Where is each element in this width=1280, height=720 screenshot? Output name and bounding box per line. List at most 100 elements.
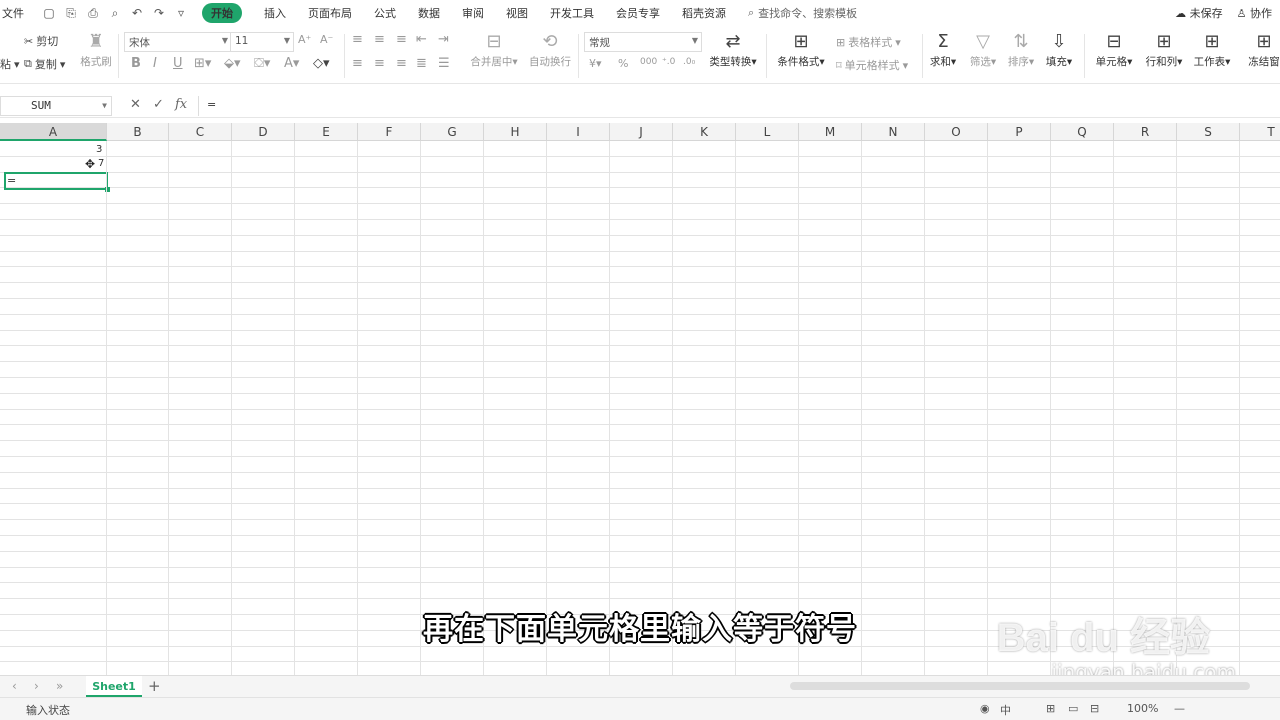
freeze-panes-button[interactable]: ⊞ 冻结窗 <box>1244 30 1280 69</box>
tab-home[interactable]: 开始 <box>202 3 242 23</box>
column-header-o[interactable]: O <box>925 123 988 141</box>
column-header-e[interactable]: E <box>295 123 358 141</box>
zoom-out-icon[interactable]: — <box>1174 702 1185 715</box>
tab-page-layout[interactable]: 页面布局 <box>308 5 352 21</box>
column-header-t[interactable]: T <box>1240 123 1280 141</box>
spreadsheet-grid[interactable]: ABCDEFGHIJKLMNOPQRST 3 7 ✥ = <box>0 123 1280 675</box>
column-header-a[interactable]: A <box>0 123 107 141</box>
first-sheet-icon[interactable]: ‹ <box>12 679 17 693</box>
column-header-b[interactable]: B <box>107 123 169 141</box>
next-sheet-icon[interactable]: › <box>34 679 39 693</box>
horizontal-scrollbar[interactable] <box>790 682 1250 690</box>
column-header-d[interactable]: D <box>232 123 295 141</box>
save-icon[interactable]: ▢ <box>42 6 56 20</box>
insert-function-icon[interactable]: fx <box>175 97 187 112</box>
align-left-icon[interactable]: ≡ <box>352 56 363 71</box>
conditional-format-button[interactable]: ⊞ 条件格式▾ <box>772 30 830 69</box>
format-painter-button[interactable]: ♜ 格式刷 <box>68 30 124 69</box>
align-center-icon[interactable]: ≡ <box>374 56 385 71</box>
type-convert-button[interactable]: ⇄ 类型转换▾ <box>704 30 762 69</box>
cancel-icon[interactable]: ✕ <box>130 97 141 112</box>
column-header-q[interactable]: Q <box>1051 123 1114 141</box>
tab-docer[interactable]: 稻壳资源 <box>682 5 726 21</box>
merge-center-button[interactable]: ⊟ 合并居中▾ <box>464 30 524 69</box>
collaborate-button[interactable]: ♙ 协作 <box>1237 5 1272 21</box>
copy-button[interactable]: ⧉ 复制 ▾ <box>24 56 65 72</box>
filter-button[interactable]: ▽ 筛选▾ <box>964 30 1002 69</box>
number-format-select[interactable]: 常规 ▼ <box>584 32 702 52</box>
normal-view-icon[interactable]: ⊞ <box>1046 702 1055 715</box>
tab-view[interactable]: 视图 <box>506 5 528 21</box>
print-icon[interactable]: ⎙ <box>86 6 100 20</box>
column-header-h[interactable]: H <box>484 123 547 141</box>
percent-icon[interactable]: % <box>618 57 628 70</box>
cell-a1[interactable]: 3 <box>96 144 102 155</box>
customize-dropdown-icon[interactable]: ▿ <box>174 6 188 20</box>
unsaved-button[interactable]: ☁ 未保存 <box>1175 5 1223 21</box>
sheet-tab-sheet1[interactable]: Sheet1 <box>86 676 142 697</box>
sort-button[interactable]: ⇅ 排序▾ <box>1002 30 1040 69</box>
paste-button[interactable]: 粘 ▾ <box>0 56 20 72</box>
eraser-icon[interactable]: ◇▾ <box>313 56 330 71</box>
font-size-select[interactable]: 11 ▼ <box>230 32 294 52</box>
fill-button[interactable]: ⇩ 填充▾ <box>1040 30 1078 69</box>
active-cell-a3[interactable]: = <box>4 172 110 192</box>
print-preview-icon[interactable]: ⌕ <box>108 6 122 20</box>
tab-developer[interactable]: 开发工具 <box>550 5 594 21</box>
redo-icon[interactable]: ↷ <box>152 6 166 20</box>
table-style-button[interactable]: ⊞ 表格样式 ▾ <box>836 34 901 50</box>
page-break-icon[interactable]: ⊟ <box>1090 702 1099 715</box>
name-box[interactable]: SUM ▼ <box>0 96 112 116</box>
eye-icon[interactable]: ◉ <box>980 702 990 715</box>
tab-data[interactable]: 数据 <box>418 5 440 21</box>
bold-icon[interactable]: B <box>131 56 141 71</box>
wrap-text-button[interactable]: ⟲ 自动换行 <box>524 30 576 69</box>
column-header-i[interactable]: I <box>547 123 610 141</box>
row-col-button[interactable]: ⊞ 行和列▾ <box>1140 30 1188 69</box>
tab-review[interactable]: 审阅 <box>462 5 484 21</box>
align-right-icon[interactable]: ≡ <box>396 56 407 71</box>
sum-button[interactable]: Σ 求和▾ <box>924 30 962 69</box>
column-header-p[interactable]: P <box>988 123 1051 141</box>
column-header-g[interactable]: G <box>421 123 484 141</box>
highlight-icon[interactable]: ⛋▾ <box>254 56 270 71</box>
thousands-icon[interactable]: 000 <box>640 57 657 67</box>
align-middle-icon[interactable]: ≡ <box>374 32 385 47</box>
decrease-decimal-icon[interactable]: .0₀ <box>683 57 695 67</box>
formula-input[interactable]: = <box>198 96 1280 116</box>
increase-font-icon[interactable]: A⁺ <box>298 33 311 46</box>
distribute-icon[interactable]: ☰ <box>438 56 450 71</box>
column-header-m[interactable]: M <box>799 123 862 141</box>
tab-member[interactable]: 会员专享 <box>616 5 660 21</box>
currency-icon[interactable]: ¥▾ <box>589 57 602 70</box>
font-family-select[interactable]: 宋体 ▼ <box>124 32 232 52</box>
justify-icon[interactable]: ≣ <box>416 56 427 71</box>
column-header-k[interactable]: K <box>673 123 736 141</box>
column-header-n[interactable]: N <box>862 123 925 141</box>
underline-icon[interactable]: U <box>173 56 183 71</box>
cell-button[interactable]: ⊟ 单元格▾ <box>1090 30 1138 69</box>
tab-insert[interactable]: 插入 <box>264 5 286 21</box>
last-sheet-icon[interactable]: » <box>56 679 63 693</box>
outdent-icon[interactable]: ⇤ <box>416 32 427 47</box>
menu-file[interactable]: 文件 <box>2 5 24 21</box>
cell-a2[interactable]: 7 <box>98 158 104 169</box>
input-method[interactable]: 中 <box>1000 702 1011 718</box>
confirm-icon[interactable]: ✓ <box>153 97 164 112</box>
column-header-l[interactable]: L <box>736 123 799 141</box>
column-header-f[interactable]: F <box>358 123 421 141</box>
fill-color-icon[interactable]: ⬙▾ <box>224 56 241 71</box>
italic-icon[interactable]: I <box>153 56 157 71</box>
column-header-j[interactable]: J <box>610 123 673 141</box>
cell-style-button[interactable]: ⌑ 单元格样式 ▾ <box>836 57 908 73</box>
command-search[interactable]: ⌕ 查找命令、搜索模板 <box>748 5 857 21</box>
add-sheet-icon[interactable]: + <box>148 677 161 695</box>
tab-formulas[interactable]: 公式 <box>374 5 396 21</box>
undo-icon[interactable]: ↶ <box>130 6 144 20</box>
export-icon[interactable]: ⎘ <box>64 6 78 20</box>
page-layout-icon[interactable]: ▭ <box>1068 702 1078 715</box>
align-top-icon[interactable]: ≡ <box>352 32 363 47</box>
decrease-font-icon[interactable]: A⁻ <box>320 33 333 46</box>
align-bottom-icon[interactable]: ≡ <box>396 32 407 47</box>
column-header-c[interactable]: C <box>169 123 232 141</box>
